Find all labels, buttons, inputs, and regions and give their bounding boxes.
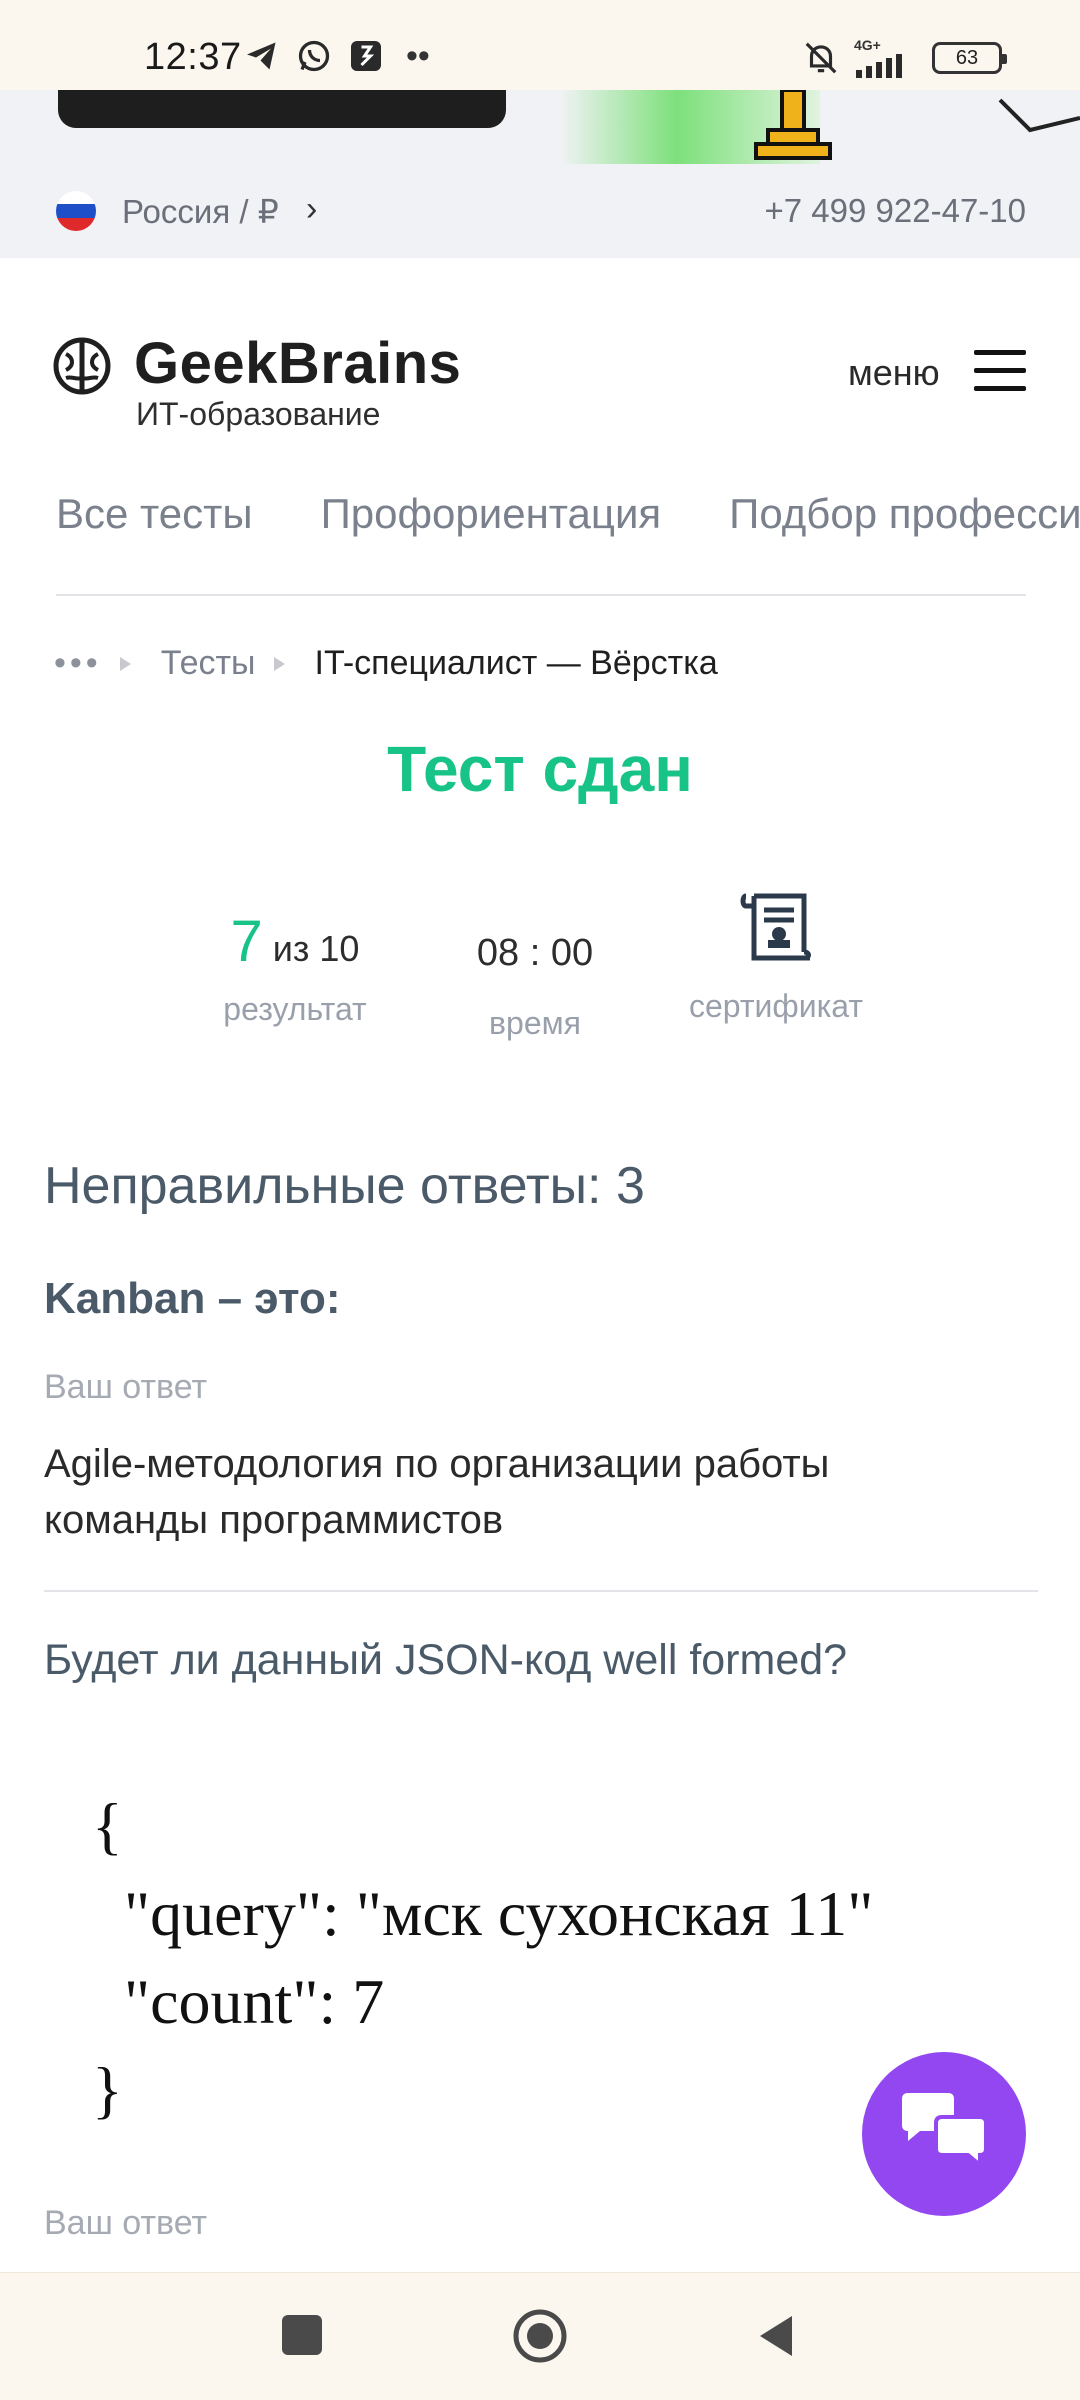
recent-apps-icon[interactable]: [282, 2315, 322, 2355]
trophy-icon: [754, 90, 832, 160]
certificate-stat[interactable]: сертификат: [676, 890, 876, 1025]
chevron-right-icon[interactable]: ›: [306, 190, 317, 229]
time-value: 08 : 00: [476, 932, 594, 974]
home-icon[interactable]: [512, 2308, 568, 2364]
question-1: Kanban – это:: [44, 1274, 341, 1323]
logo-name[interactable]: GeekBrains: [134, 330, 461, 397]
status-notification-icons: ••: [244, 38, 430, 74]
score-value: 7: [230, 909, 263, 974]
promo-banner-button[interactable]: [58, 90, 506, 128]
more-notifications-icon: ••: [406, 37, 430, 75]
breadcrumb: ••• Тесты IT-специалист — Вёрстка: [54, 644, 718, 683]
score-label: результат: [223, 991, 367, 1027]
region-selector[interactable]: Россия / ₽: [122, 192, 279, 231]
menu-label[interactable]: меню: [848, 352, 940, 394]
breadcrumb-separator-icon: [273, 656, 285, 671]
telegram-icon: [247, 42, 276, 70]
your-answer-label-1: Ваш ответ: [44, 1368, 208, 1406]
wrong-answers-title: Неправильные ответы: 3: [44, 1157, 645, 1215]
breadcrumb-current: IT-специалист — Вёрстка: [314, 644, 718, 682]
time-stat: 08 : 00 время: [460, 932, 610, 1042]
tab-career-guidance[interactable]: Профориентация: [321, 490, 662, 538]
chat-button[interactable]: [862, 2052, 1026, 2216]
back-icon[interactable]: [756, 2312, 796, 2360]
time-label: время: [489, 1005, 581, 1041]
breadcrumb-tests-link[interactable]: Тесты: [161, 644, 256, 683]
promo-banner[interactable]: [0, 90, 1080, 164]
question-divider: [44, 1590, 1038, 1592]
decorative-lines-icon: [998, 98, 1080, 133]
question-2-code-image: { "query": "мск сухонская 11" "count": 7…: [92, 1782, 873, 2134]
breadcrumb-more-icon[interactable]: •••: [54, 644, 102, 683]
code-line: "count": 7: [92, 1966, 385, 2037]
status-system-icons: 4G+ 63: [802, 38, 1007, 78]
geekbrains-logo-icon[interactable]: [52, 336, 112, 396]
certificate-scroll-icon[interactable]: [738, 890, 814, 964]
status-bar: 12:37 •• 4G+ 63: [0, 0, 1080, 90]
tab-all-tests[interactable]: Все тесты: [56, 490, 253, 538]
russia-flag-icon[interactable]: [56, 191, 96, 231]
your-answer-1: Agile-методология по организации работы …: [44, 1442, 830, 1542]
signal-icon: 4G+: [854, 38, 918, 78]
page-title: Тест сдан: [387, 733, 693, 805]
your-answer-label-2: Ваш ответ: [44, 2204, 208, 2242]
tabs-divider: [56, 594, 1026, 596]
code-line: "query": "мск сухонская 11": [92, 1878, 874, 1949]
certificate-label[interactable]: сертификат: [676, 988, 876, 1025]
code-line: }: [92, 2054, 123, 2125]
bell-muted-icon: [805, 42, 837, 74]
tab-profession-selection[interactable]: Подбор профессии: [729, 490, 1080, 538]
battery-icon: 63: [932, 42, 1007, 74]
logo-subtitle: ИТ-образование: [136, 396, 381, 432]
hamburger-icon[interactable]: [974, 350, 1026, 392]
breadcrumb-separator-icon: [119, 656, 131, 671]
chat-bubbles-icon: [902, 2093, 988, 2170]
question-2: Будет ли данный JSON-код well formed?: [44, 1636, 848, 1684]
app-notification-icon: [351, 41, 381, 71]
score-total: из 10: [272, 928, 360, 969]
test-category-tabs: Все тесты Профориентация Подбор професси…: [56, 490, 1080, 538]
whatsapp-icon: [298, 40, 330, 72]
score-stat: 7 из 10 результат: [210, 908, 380, 1028]
code-line: {: [92, 1790, 123, 1861]
status-time: 12:37: [144, 36, 242, 78]
phone-link[interactable]: +7 499 922-47-10: [765, 192, 1026, 230]
